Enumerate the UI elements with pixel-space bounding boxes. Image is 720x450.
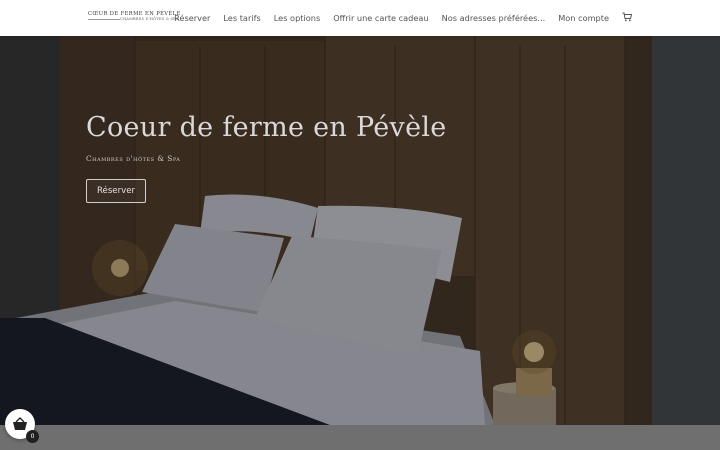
nav-item-reserver[interactable]: Réserver xyxy=(174,13,210,23)
nav-item-carte-cadeau[interactable]: Offrir une carte cadeau xyxy=(333,13,428,23)
hero-title: Coeur de ferme en Pévèle xyxy=(86,112,447,143)
site-header: Cœur de ferme en Pévèle Chambres d'hôtes… xyxy=(0,0,720,36)
logo-divider xyxy=(88,19,120,20)
hero-section: Coeur de ferme en Pévèle Chambres d'hôte… xyxy=(0,36,720,425)
nav-item-tarifs[interactable]: Les tarifs xyxy=(223,13,260,23)
nav-cart-link[interactable] xyxy=(622,12,632,24)
hero-background-image xyxy=(0,36,720,425)
logo-subtitle: Chambres d'hôtes & Spa xyxy=(120,17,179,21)
hero-subtitle: Chambres d'hôtes & Spa xyxy=(86,154,181,163)
nav-item-options[interactable]: Les options xyxy=(274,13,320,23)
main-nav: Réserver Les tarifs Les options Offrir u… xyxy=(174,0,632,36)
cart-icon xyxy=(622,12,632,22)
reserve-button[interactable]: Réserver xyxy=(86,179,146,203)
nav-item-mon-compte[interactable]: Mon compte xyxy=(558,13,609,23)
page-bottom-band xyxy=(0,425,720,450)
cart-count-badge: 0 xyxy=(26,430,39,443)
site-logo[interactable]: Cœur de ferme en Pévèle Chambres d'hôtes… xyxy=(88,11,180,25)
basket-icon xyxy=(13,417,27,430)
nav-item-adresses[interactable]: Nos adresses préférées... xyxy=(442,13,546,23)
